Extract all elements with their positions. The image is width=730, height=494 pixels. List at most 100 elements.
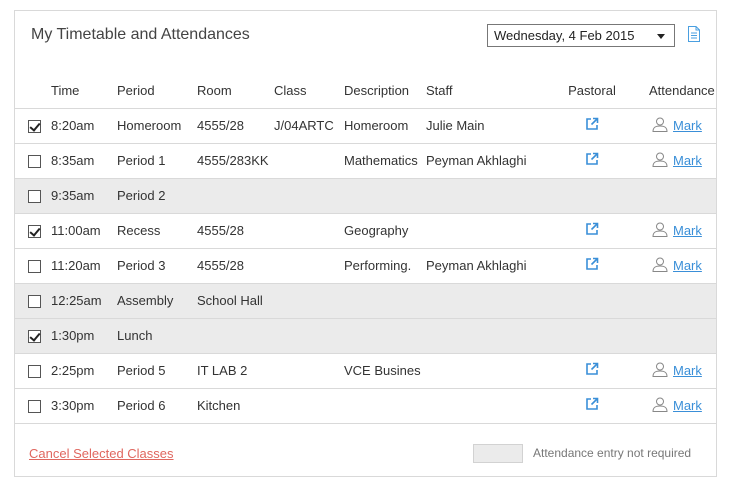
cell-class — [274, 283, 344, 319]
row-checkbox[interactable] — [28, 295, 41, 309]
cell-description — [344, 178, 426, 214]
header-attendance: Attendance — [632, 74, 716, 109]
cell-room: 4555/283KK — [197, 143, 274, 179]
cell-time: 8:35am — [51, 143, 117, 179]
cell-staff — [426, 213, 552, 249]
external-link-icon[interactable] — [585, 257, 599, 274]
mark-link[interactable]: Mark — [673, 153, 702, 168]
cell-pastoral — [552, 318, 632, 354]
row-select-cell — [15, 388, 51, 424]
header-description: Description — [344, 74, 426, 109]
timetable-panel: My Timetable and Attendances Wednesday, … — [14, 10, 717, 477]
document-icon[interactable] — [687, 26, 701, 45]
cell-attendance — [632, 283, 716, 319]
cell-pastoral — [552, 108, 632, 144]
cell-pastoral — [552, 388, 632, 424]
table-header-row: Time Period Room Class Description Staff… — [15, 74, 716, 109]
cell-room: Kitchen — [197, 388, 274, 424]
cell-period: Assembly — [117, 283, 197, 319]
person-icon — [652, 222, 668, 240]
row-select-cell — [15, 248, 51, 284]
row-checkbox[interactable] — [28, 190, 41, 204]
table-row: 3:30pm Period 6 Kitchen Mark — [15, 388, 716, 424]
row-checkbox[interactable] — [28, 330, 41, 344]
cell-class — [274, 213, 344, 249]
mark-link[interactable]: Mark — [673, 118, 702, 133]
row-select-cell — [15, 318, 51, 354]
header-staff: Staff — [426, 74, 552, 109]
mark-link[interactable]: Mark — [673, 363, 702, 378]
legend-text: Attendance entry not required — [533, 446, 692, 460]
cell-description — [344, 388, 426, 424]
cell-time: 2:25pm — [51, 353, 117, 389]
cell-time: 9:35am — [51, 178, 117, 214]
cell-description: Geography — [344, 213, 426, 249]
attendance-mark[interactable]: Mark — [652, 222, 702, 240]
date-select-value: Wednesday, 4 Feb 2015 — [494, 28, 635, 43]
page-title: My Timetable and Attendances — [31, 26, 250, 43]
chevron-down-icon — [657, 34, 665, 39]
cell-staff — [426, 283, 552, 319]
cell-description — [344, 318, 426, 354]
row-select-cell — [15, 283, 51, 319]
header-time: Time — [51, 74, 117, 109]
table-row: 2:25pm Period 5 IT LAB 2 VCE Busines Mark — [15, 353, 716, 389]
mark-link[interactable]: Mark — [673, 258, 702, 273]
row-checkbox[interactable] — [28, 400, 41, 414]
cell-period: Period 2 — [117, 178, 197, 214]
header-period: Period — [117, 74, 197, 109]
external-link-icon[interactable] — [585, 117, 599, 134]
cell-time: 1:30pm — [51, 318, 117, 354]
cell-period: Lunch — [117, 318, 197, 354]
cell-room: 4555/28 — [197, 248, 274, 284]
cell-description: Homeroom — [344, 108, 426, 144]
cell-staff: Peyman Akhlaghi — [426, 248, 552, 284]
cell-class — [274, 388, 344, 424]
row-select-cell — [15, 143, 51, 179]
attendance-mark[interactable]: Mark — [652, 257, 702, 275]
row-checkbox[interactable] — [28, 120, 41, 134]
table-row: 9:35am Period 2 — [15, 178, 716, 214]
cell-class — [274, 178, 344, 214]
cell-pastoral — [552, 178, 632, 214]
date-select[interactable]: Wednesday, 4 Feb 2015 — [487, 24, 675, 47]
cancel-selected-classes-link[interactable]: Cancel Selected Classes — [29, 446, 174, 461]
cell-staff: Peyman Akhlaghi — [426, 143, 552, 179]
cell-class — [274, 353, 344, 389]
row-checkbox[interactable] — [28, 365, 41, 379]
row-checkbox[interactable] — [28, 155, 41, 169]
cell-description: Performing. — [344, 248, 426, 284]
cell-description: Mathematics — [344, 143, 426, 179]
cell-attendance — [632, 178, 716, 214]
header-select — [15, 74, 51, 109]
row-checkbox[interactable] — [28, 225, 41, 239]
table-row: 11:00am Recess 4555/28 Geography Mark — [15, 213, 716, 249]
cell-period: Period 6 — [117, 388, 197, 424]
mark-link[interactable]: Mark — [673, 398, 702, 413]
person-icon — [652, 397, 668, 415]
cell-pastoral — [552, 248, 632, 284]
header-room: Room — [197, 74, 274, 109]
cell-period: Recess — [117, 213, 197, 249]
mark-link[interactable]: Mark — [673, 223, 702, 238]
row-select-cell — [15, 213, 51, 249]
cell-staff — [426, 318, 552, 354]
person-icon — [652, 152, 668, 170]
attendance-mark[interactable]: Mark — [652, 362, 702, 380]
external-link-icon[interactable] — [585, 152, 599, 169]
cell-room: 4555/28 — [197, 108, 274, 144]
header-pastoral: Pastoral — [552, 74, 632, 109]
cell-time: 3:30pm — [51, 388, 117, 424]
legend-swatch — [473, 444, 523, 463]
cell-period: Period 1 — [117, 143, 197, 179]
cell-time: 8:20am — [51, 108, 117, 144]
cell-staff: Julie Main — [426, 108, 552, 144]
attendance-mark[interactable]: Mark — [652, 397, 702, 415]
row-checkbox[interactable] — [28, 260, 41, 274]
external-link-icon[interactable] — [585, 362, 599, 379]
attendance-mark[interactable]: Mark — [652, 152, 702, 170]
external-link-icon[interactable] — [585, 222, 599, 239]
external-link-icon[interactable] — [585, 397, 599, 414]
person-icon — [652, 362, 668, 380]
attendance-mark[interactable]: Mark — [652, 117, 702, 135]
